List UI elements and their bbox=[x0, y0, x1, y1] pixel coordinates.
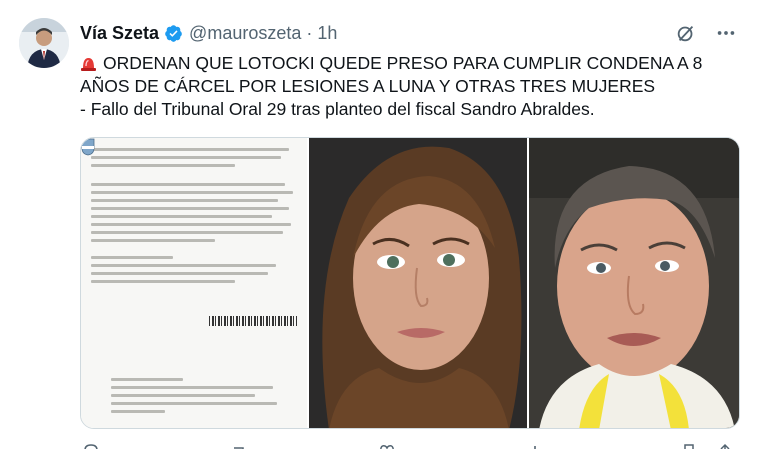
man-portrait bbox=[529, 138, 739, 428]
document-footer-text bbox=[111, 378, 291, 418]
woman-photo[interactable] bbox=[309, 138, 527, 428]
headline-line-1: ORDENAN QUE LOTOCKI QUEDE PRESO PARA CUM… bbox=[103, 53, 703, 73]
avatar-image bbox=[19, 18, 69, 68]
header-actions bbox=[675, 22, 737, 44]
retweet-icon[interactable] bbox=[230, 442, 248, 449]
author-name[interactable]: Vía Szeta bbox=[80, 23, 159, 44]
more-icon[interactable] bbox=[715, 22, 737, 44]
views-icon[interactable] bbox=[526, 442, 544, 449]
headline-line-2: AÑOS DE CÁRCEL POR LESIONES A LUNA Y OTR… bbox=[80, 76, 656, 96]
share-icon[interactable] bbox=[716, 442, 734, 449]
subheadline: - Fallo del Tribunal Oral 29 tras plante… bbox=[80, 99, 595, 119]
barcode bbox=[209, 316, 297, 326]
reply-icon[interactable] bbox=[82, 442, 100, 449]
avatar[interactable] bbox=[19, 18, 69, 68]
document-photo[interactable] bbox=[81, 138, 307, 428]
handle-and-time[interactable]: @mauroszeta · 1h bbox=[189, 23, 337, 44]
bookmark-icon[interactable] bbox=[680, 442, 698, 449]
man-photo[interactable] bbox=[529, 138, 739, 428]
media-grid[interactable] bbox=[80, 137, 740, 429]
grok-icon[interactable] bbox=[675, 22, 697, 44]
tweet[interactable]: Vía Szeta @mauroszeta · 1h ORDENAN QUE L… bbox=[0, 0, 767, 449]
tweet-header: Vía Szeta @mauroszeta · 1h bbox=[80, 20, 337, 46]
like-icon[interactable] bbox=[378, 442, 396, 449]
action-bar bbox=[80, 436, 740, 449]
tweet-text-line-1: ORDENAN QUE LOTOCKI QUEDE PRESO PARA CUM… bbox=[80, 52, 740, 75]
woman-portrait bbox=[309, 138, 527, 428]
police-siren-icon bbox=[81, 58, 96, 71]
verified-badge-icon bbox=[165, 24, 182, 42]
document-text-block bbox=[91, 148, 297, 288]
tweet-text: ORDENAN QUE LOTOCKI QUEDE PRESO PARA CUM… bbox=[80, 52, 740, 121]
coat-of-arms-icon bbox=[81, 138, 95, 156]
